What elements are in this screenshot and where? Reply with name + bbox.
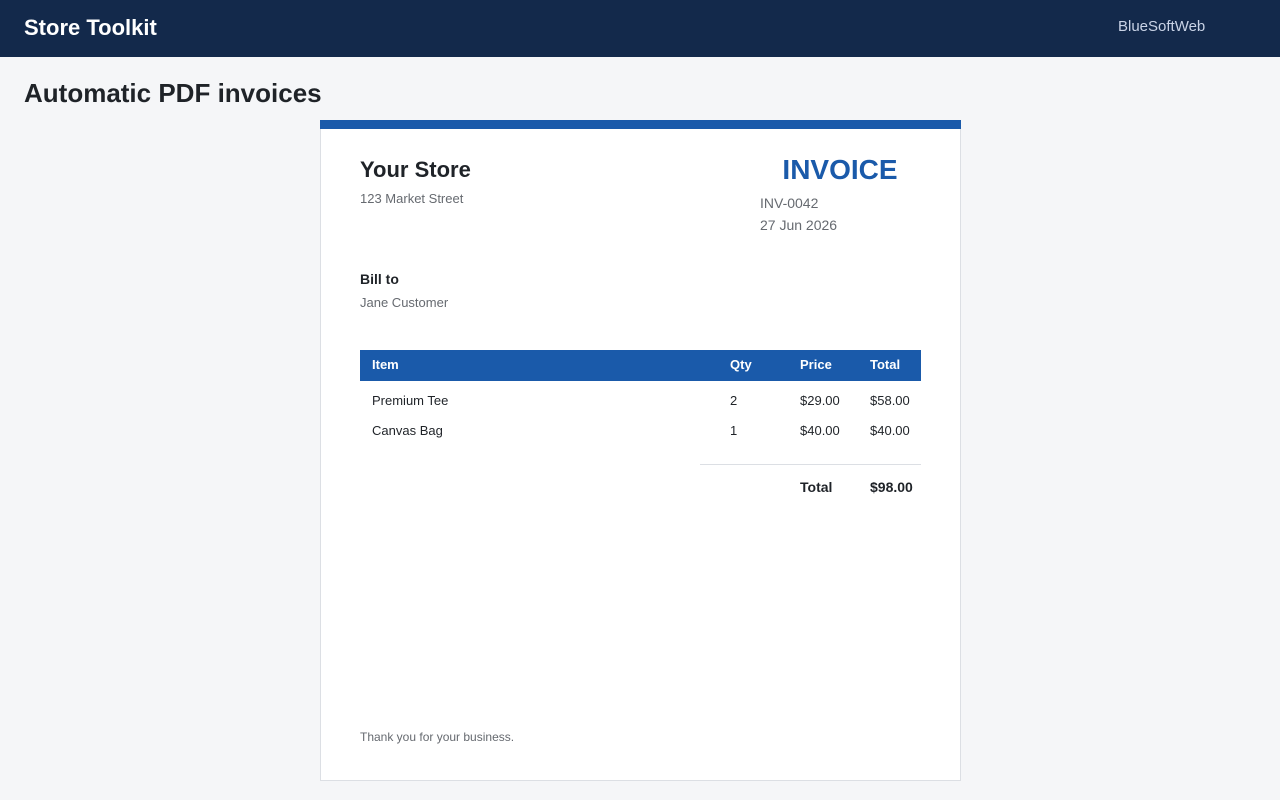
invoice-items-table: Item Qty Price Total Premium Tee 2 $29.0… [360, 350, 921, 453]
item-name: Canvas Bag [372, 423, 443, 438]
top-bar: Store Toolkit BlueSoftWeb [0, 0, 1280, 57]
item-total: $58.00 [870, 393, 910, 408]
invoice-heading: INVOICE [782, 154, 898, 185]
table-row: Premium Tee 2 $29.00 $58.00 [360, 393, 921, 423]
invoice-date: 27 Jun 2026 [760, 217, 838, 233]
app-brand: Store Toolkit [24, 15, 157, 40]
totals-divider [700, 464, 921, 465]
store-name: Your Store [360, 157, 471, 182]
item-price: $29.00 [800, 393, 840, 408]
grand-total-label: Total [800, 479, 833, 495]
grand-total-value: $98.00 [870, 479, 913, 495]
bill-to-name: Jane Customer [360, 295, 449, 310]
invoice-accent-bar [320, 120, 961, 129]
item-price: $40.00 [800, 423, 840, 438]
store-address: 123 Market Street [360, 191, 464, 206]
column-header-price: Price [800, 357, 832, 372]
item-total: $40.00 [870, 423, 910, 438]
invoice-number: INV-0042 [760, 195, 819, 211]
table-row: Canvas Bag 1 $40.00 $40.00 [360, 423, 921, 453]
table-header: Item Qty Price Total [360, 350, 921, 381]
column-header-qty: Qty [730, 357, 752, 372]
bill-to-label: Bill to [360, 271, 399, 287]
vendor-name: BlueSoftWeb [1118, 18, 1206, 35]
column-header-total: Total [870, 357, 901, 372]
item-qty: 1 [730, 423, 738, 438]
item-name: Premium Tee [372, 393, 449, 408]
invoice-preview: Your Store 123 Market Street INVOICE INV… [320, 120, 961, 781]
footer-note: Thank you for your business. [360, 730, 515, 744]
column-header-item: Item [372, 357, 399, 372]
item-qty: 2 [730, 393, 738, 408]
page-title: Automatic PDF invoices [24, 78, 322, 108]
